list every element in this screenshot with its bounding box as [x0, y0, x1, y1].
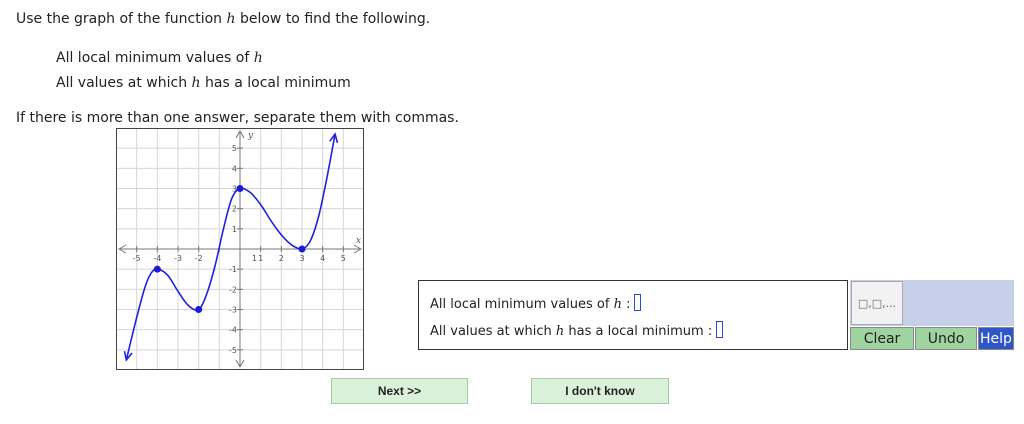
- answer-label-after: has a local minimum :: [564, 324, 713, 339]
- x-tick-label: -3: [174, 254, 182, 263]
- task-item-min-values: All local minimum values of h: [56, 50, 263, 66]
- y-tick-label: 5: [232, 144, 237, 153]
- x-tick-label: 1: [258, 254, 263, 263]
- task-item-text-after: has a local minimum: [200, 75, 351, 91]
- y-tick-label: -4: [229, 326, 237, 335]
- min-values-input[interactable]: [634, 294, 642, 311]
- x-tick-label: 5: [341, 254, 346, 263]
- y-tick-label: 1: [232, 225, 237, 234]
- key-point: [236, 185, 244, 192]
- dont-know-button[interactable]: I don't know: [531, 378, 669, 404]
- answer-label-after: :: [621, 297, 631, 312]
- x-tick-label: 1: [252, 254, 257, 263]
- y-tick-label: -2: [229, 285, 237, 294]
- intro-text-before: Use the graph of the function: [16, 11, 227, 27]
- question-intro: Use the graph of the function h below to…: [16, 11, 430, 27]
- function-name: h: [226, 11, 236, 27]
- x-tick-label: 4: [320, 254, 325, 263]
- x-tick-label: -2: [195, 254, 203, 263]
- undo-button[interactable]: Undo: [915, 327, 977, 350]
- y-tick-label: 4: [232, 164, 237, 173]
- answer-row-min-locations: All values at which h has a local minimu…: [430, 321, 724, 339]
- x-tick-label: -5: [133, 254, 141, 263]
- x-tick-label: 3: [299, 254, 304, 263]
- answer-label: All local minimum values of: [430, 297, 614, 312]
- task-item-var: h: [253, 50, 263, 66]
- task-item-var: h: [191, 75, 201, 91]
- intro-text-after: below to find the following.: [235, 11, 431, 27]
- task-item-text: All local minimum values of: [56, 50, 254, 66]
- x-axis-label: x: [356, 236, 361, 246]
- function-graph: -5 -4 -3 -2 1 1 2 3 4 554321-1-2-3-4-5xy: [116, 128, 364, 370]
- answer-box: All local minimum values of h : All valu…: [418, 280, 848, 350]
- next-button[interactable]: Next >>: [331, 378, 468, 404]
- y-axis-label: y: [247, 131, 254, 141]
- answer-var: h: [613, 297, 622, 312]
- min-locations-input[interactable]: [716, 321, 724, 338]
- key-point: [153, 265, 161, 273]
- clear-button[interactable]: Clear: [850, 327, 914, 350]
- task-item-text: All values at which: [56, 75, 192, 91]
- answer-label: All values at which: [430, 324, 556, 339]
- x-tick-label: 2: [279, 254, 284, 263]
- x-tick-label: -4: [153, 254, 161, 263]
- comma-list-template-button[interactable]: □,□,...: [851, 281, 903, 325]
- y-tick-label: -3: [229, 306, 237, 315]
- separator-instruction: If there is more than one answer, separa…: [16, 110, 459, 126]
- y-tick-label: -1: [229, 265, 237, 274]
- y-tick-label: -5: [229, 346, 237, 355]
- key-point: [298, 245, 306, 253]
- answer-row-min-values: All local minimum values of h :: [430, 294, 642, 312]
- y-tick-label: 2: [232, 205, 237, 214]
- answer-var: h: [555, 324, 565, 339]
- key-point: [195, 306, 203, 313]
- task-item-min-locations: All values at which h has a local minimu…: [56, 75, 351, 91]
- help-button[interactable]: Help: [978, 327, 1014, 350]
